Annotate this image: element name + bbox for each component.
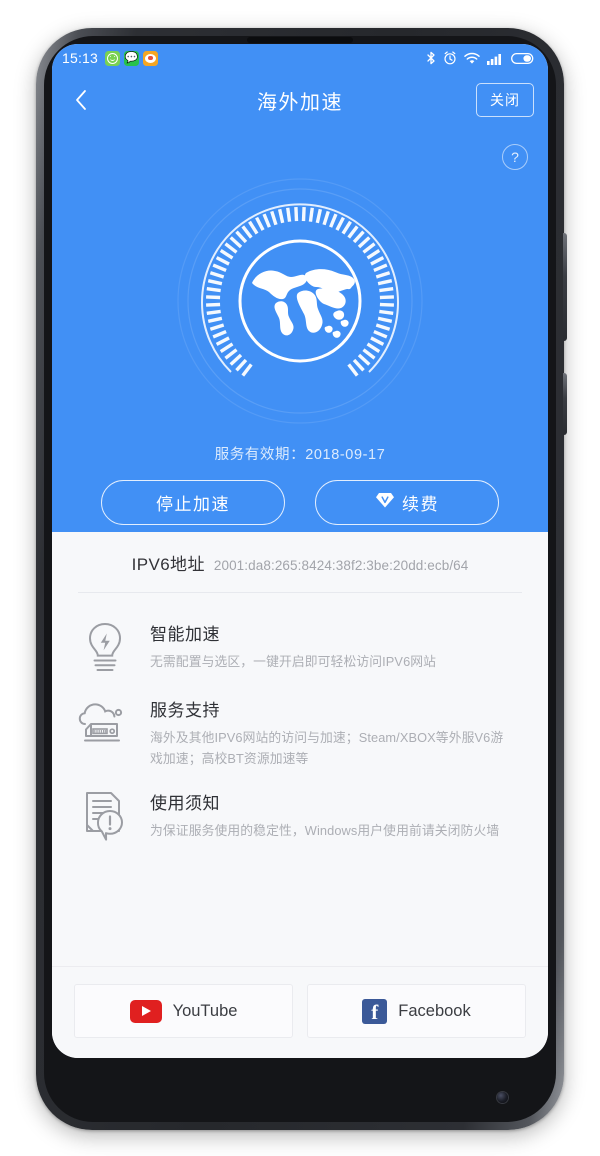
- feature-item-service-support: 服务支持 海外及其他IPV6网站的访问与加速；Steam/XBOX等外服V6游戏…: [52, 685, 548, 778]
- feature-list: 智能加速 无需配置与选区，一键开启即可轻松访问IPV6网站 服务支持 海外及其他…: [52, 593, 548, 860]
- battery-icon: [511, 52, 536, 65]
- globe-icon: [175, 176, 425, 426]
- feature-item-smart-acceleration: 智能加速 无需配置与选区，一键开启即可轻松访问IPV6网站: [52, 609, 548, 685]
- wifi-icon: [464, 52, 480, 65]
- facebook-button[interactable]: f Facebook: [307, 984, 526, 1038]
- wechat-notification-icon: 💬: [124, 50, 140, 66]
- renew-button[interactable]: 续费: [315, 480, 499, 525]
- stop-acceleration-button[interactable]: 停止加速: [101, 480, 285, 525]
- feature-description: 海外及其他IPV6网站的访问与加速；Steam/XBOX等外服V6游戏加速；高校…: [150, 730, 504, 766]
- phone-screen: 15:13 💬 海外加速 关闭 ? 服务有效期：2018-09-17 停止加速 …: [52, 44, 548, 1058]
- renew-label: 续费: [402, 495, 439, 514]
- content-panel: IPV6地址 2001:da8:265:8424:38f2:3be:20dd:e…: [52, 532, 548, 861]
- alarm-icon: [443, 51, 457, 65]
- feature-title: 智能加速: [150, 625, 220, 644]
- youtube-button[interactable]: YouTube: [74, 984, 293, 1038]
- smiley-notification-icon: [105, 50, 121, 66]
- status-bar: 15:13 💬: [52, 44, 548, 72]
- hero-panel: ? 服务有效期：2018-09-17 停止加速 续费: [52, 128, 548, 532]
- page-title: 海外加速: [257, 91, 343, 114]
- chevron-left-icon: [76, 90, 86, 110]
- youtube-label: YouTube: [172, 1001, 238, 1020]
- feature-title: 服务支持: [150, 701, 220, 720]
- feature-text: 服务支持 海外及其他IPV6网站的访问与加速；Steam/XBOX等外服V6游戏…: [150, 694, 510, 769]
- vip-diamond-icon: [375, 491, 395, 514]
- ipv6-address-row: IPV6地址 2001:da8:265:8424:38f2:3be:20dd:e…: [52, 532, 548, 592]
- earpiece-speaker: [247, 37, 353, 43]
- bluetooth-icon: [426, 51, 436, 65]
- front-camera: [497, 1092, 508, 1103]
- help-icon[interactable]: ?: [502, 144, 528, 170]
- service-validity-text: 服务有效期：2018-09-17: [214, 447, 386, 463]
- close-button[interactable]: 关闭: [476, 83, 534, 117]
- status-bar-notification-icons: 💬: [105, 50, 159, 66]
- document-alert-icon: [78, 787, 132, 845]
- status-bar-clock: 15:13: [62, 50, 99, 66]
- feature-text: 使用须知 为保证服务使用的稳定性，Windows用户使用前请关闭防火墙: [150, 787, 499, 842]
- ipv6-value[interactable]: 2001:da8:265:8424:38f2:3be:20dd:ecb/64: [214, 558, 469, 573]
- signal-icon: [487, 52, 504, 65]
- feature-description: 为保证服务使用的稳定性，Windows用户使用前请关闭防火墙: [150, 823, 500, 839]
- feature-text: 智能加速 无需配置与选区，一键开启即可轻松访问IPV6网站: [150, 618, 436, 673]
- lightbulb-icon: [78, 618, 132, 676]
- feature-title: 使用须知: [150, 794, 220, 814]
- hero-action-buttons: 停止加速 续费: [52, 480, 548, 525]
- feature-item-usage-notice: 使用须知 为保证服务使用的稳定性，Windows用户使用前请关闭防火墙: [52, 778, 548, 854]
- youtube-icon: [129, 999, 162, 1023]
- cloud-server-icon: [78, 694, 132, 752]
- facebook-icon: f: [362, 998, 388, 1024]
- social-links-bar: YouTube f Facebook: [52, 966, 548, 1058]
- app-bar: 海外加速 关闭: [52, 72, 548, 128]
- stop-acceleration-label: 停止加速: [156, 495, 230, 514]
- weibo-notification-icon: [143, 50, 159, 66]
- power-button[interactable]: [563, 373, 567, 435]
- volume-button[interactable]: [563, 233, 567, 341]
- ipv6-label: IPV6地址: [131, 555, 205, 574]
- feature-description: 无需配置与选区，一键开启即可轻松访问IPV6网站: [150, 654, 437, 669]
- status-bar-system-icons: [426, 51, 536, 65]
- facebook-label: Facebook: [398, 1001, 471, 1020]
- back-button[interactable]: [66, 85, 96, 115]
